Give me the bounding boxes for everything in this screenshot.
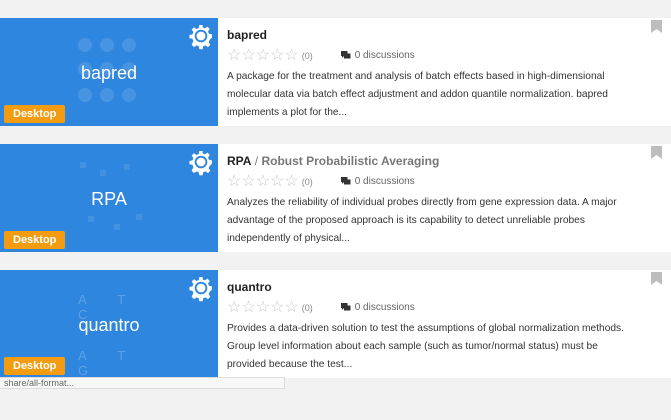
package-thumbnail[interactable]: A T C A T G quantro Desktop xyxy=(0,270,218,378)
gear-icon[interactable] xyxy=(187,274,215,302)
title-separator: / xyxy=(251,154,262,168)
rating-count: (0) xyxy=(301,176,313,187)
bookmark-icon[interactable] xyxy=(651,272,662,285)
star-outline-icon[interactable]: ☆ xyxy=(270,173,284,190)
star-outline-icon[interactable]: ☆ xyxy=(256,47,270,64)
bookmark-icon[interactable] xyxy=(651,20,662,33)
rating-count: (0) xyxy=(301,302,313,313)
star-outline-icon[interactable]: ☆ xyxy=(227,173,241,190)
package-card[interactable]: RPA Desktop RPA / Robust Probabilistic A… xyxy=(0,144,671,252)
package-info: quantro ☆ ☆ ☆ ☆ ☆ (0) 0 discussions Prov… xyxy=(227,280,637,374)
package-name-link[interactable]: quantro xyxy=(227,280,272,294)
star-outline-icon[interactable]: ☆ xyxy=(284,47,298,64)
discussions-link[interactable]: 0 discussions xyxy=(340,176,415,187)
thumbnail-title: quantro xyxy=(78,315,140,335)
package-thumbnail[interactable]: bapred Desktop xyxy=(0,18,218,126)
star-outline-icon[interactable]: ☆ xyxy=(284,173,298,190)
star-outline-icon[interactable]: ☆ xyxy=(227,47,241,64)
thumbnail-pattern: A T G xyxy=(78,348,140,378)
bookmark-icon[interactable] xyxy=(651,146,662,159)
package-info: bapred ☆ ☆ ☆ ☆ ☆ (0) 0 discussions A pac… xyxy=(227,28,637,122)
package-title: RPA / Robust Probabilistic Averaging xyxy=(227,154,637,170)
discussions-count: 0 discussions xyxy=(354,176,415,187)
star-outline-icon[interactable]: ☆ xyxy=(270,299,284,316)
package-meta: ☆ ☆ ☆ ☆ ☆ (0) 0 discussions xyxy=(227,47,637,64)
gear-icon[interactable] xyxy=(187,148,215,176)
package-thumbnail[interactable]: RPA Desktop xyxy=(0,144,218,252)
rating-count: (0) xyxy=(301,50,313,61)
star-outline-icon[interactable]: ☆ xyxy=(256,299,270,316)
thumbnail-title: bapred xyxy=(80,63,138,83)
package-card[interactable]: A T C A T G quantro Desktop quantro ☆ ☆ … xyxy=(0,270,671,378)
star-outline-icon[interactable]: ☆ xyxy=(256,173,270,190)
package-description: A package for the treatment and analysis… xyxy=(227,71,608,118)
package-title: bapred xyxy=(227,28,637,44)
star-outline-icon[interactable]: ☆ xyxy=(227,299,241,316)
platform-badge: Desktop xyxy=(4,231,66,249)
package-title: quantro xyxy=(227,280,637,296)
package-description: Provides a data-driven solution to test … xyxy=(227,323,624,370)
platform-badge: Desktop xyxy=(4,105,66,123)
package-name-link[interactable]: RPA xyxy=(227,154,251,168)
star-outline-icon[interactable]: ☆ xyxy=(241,173,255,190)
package-subtitle: Robust Probabilistic Averaging xyxy=(261,154,440,168)
package-info: RPA / Robust Probabilistic Averaging ☆ ☆… xyxy=(227,154,637,248)
star-outline-icon[interactable]: ☆ xyxy=(270,47,284,64)
chat-bubbles-icon xyxy=(340,177,351,185)
package-card[interactable]: bapred Desktop bapred ☆ ☆ ☆ ☆ ☆ (0) 0 di… xyxy=(0,18,671,126)
star-rating[interactable]: ☆ ☆ ☆ ☆ ☆ xyxy=(227,173,299,190)
gear-icon[interactable] xyxy=(187,22,215,50)
star-outline-icon[interactable]: ☆ xyxy=(241,47,255,64)
star-rating[interactable]: ☆ ☆ ☆ ☆ ☆ xyxy=(227,299,299,316)
star-outline-icon[interactable]: ☆ xyxy=(241,299,255,316)
star-outline-icon[interactable]: ☆ xyxy=(284,299,298,316)
package-meta: ☆ ☆ ☆ ☆ ☆ (0) 0 discussions xyxy=(227,173,637,190)
discussions-count: 0 discussions xyxy=(354,50,415,61)
discussions-count: 0 discussions xyxy=(354,302,415,313)
chat-bubbles-icon xyxy=(340,51,351,59)
package-meta: ☆ ☆ ☆ ☆ ☆ (0) 0 discussions xyxy=(227,299,637,316)
package-name-link[interactable]: bapred xyxy=(227,28,267,42)
discussions-link[interactable]: 0 discussions xyxy=(340,50,415,61)
discussions-link[interactable]: 0 discussions xyxy=(340,302,415,313)
chat-bubbles-icon xyxy=(340,303,351,311)
star-rating[interactable]: ☆ ☆ ☆ ☆ ☆ xyxy=(227,47,299,64)
platform-badge: Desktop xyxy=(4,357,66,375)
thumbnail-title: RPA xyxy=(91,189,127,209)
package-description: Analyzes the reliability of individual p… xyxy=(227,197,617,244)
browser-status-bar: share/all-format... xyxy=(0,377,285,389)
